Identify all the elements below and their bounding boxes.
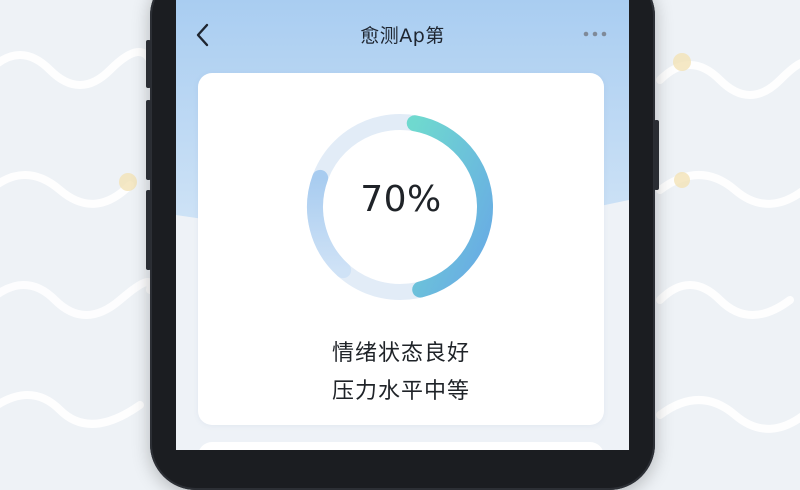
score-percent: 70% [360, 179, 442, 220]
power-button [654, 120, 659, 190]
navigation-bar: 愈测Ap第 [176, 12, 629, 56]
volume-up-button [146, 40, 151, 88]
page-title: 愈测Ap第 [360, 25, 445, 47]
side-button [146, 190, 151, 270]
volume-down-button [146, 100, 151, 180]
more-dots-icon[interactable] [581, 24, 609, 44]
result-card: 70% 情绪状态良好 压力水平中等 [198, 73, 604, 425]
phone-screen: 愈测Ap第 70% 情绪状态良好 压力水平中等 [176, 0, 629, 450]
secondary-card [198, 442, 604, 450]
emotion-status-text: 情绪状态良好 [331, 341, 470, 366]
stress-level-text: 压力水平中等 [331, 379, 470, 404]
